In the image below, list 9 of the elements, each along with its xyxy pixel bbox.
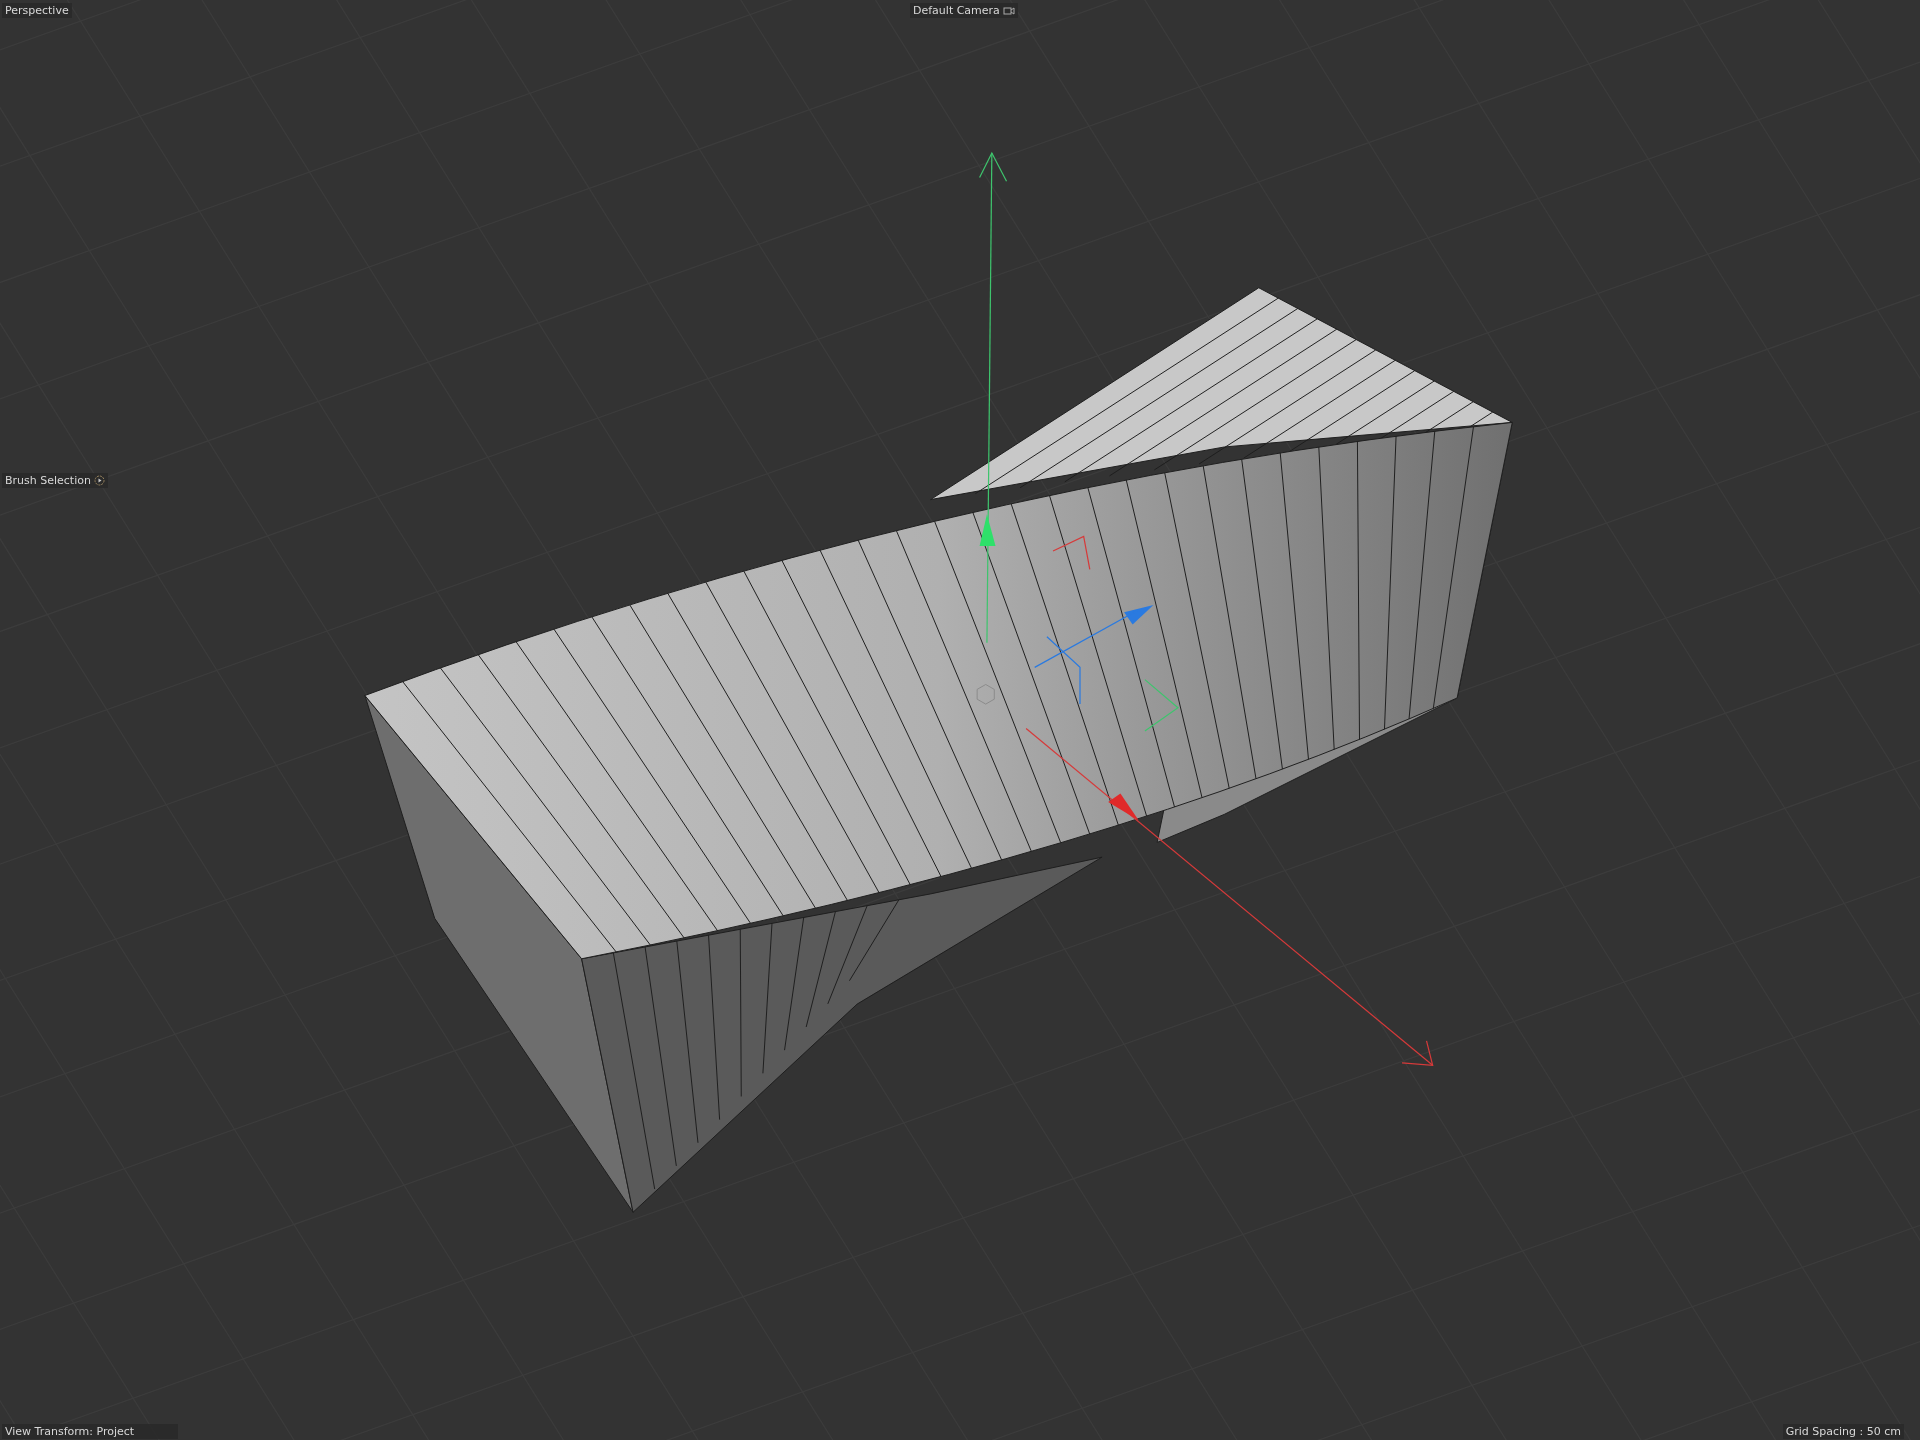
play-circle-icon[interactable] (93, 475, 105, 486)
projection-label[interactable]: Perspective (2, 3, 72, 18)
object-center-icon (976, 684, 995, 705)
tool-label[interactable]: Brush Selection (2, 473, 108, 488)
camera-label[interactable]: Default Camera (910, 3, 1018, 18)
view-transform-label: View Transform: Project (2, 1424, 178, 1439)
move-gizmo[interactable] (979, 514, 1179, 821)
camera-icon[interactable] (1002, 5, 1015, 16)
grid-spacing-label: Grid Spacing : 50 cm (1782, 1424, 1904, 1439)
